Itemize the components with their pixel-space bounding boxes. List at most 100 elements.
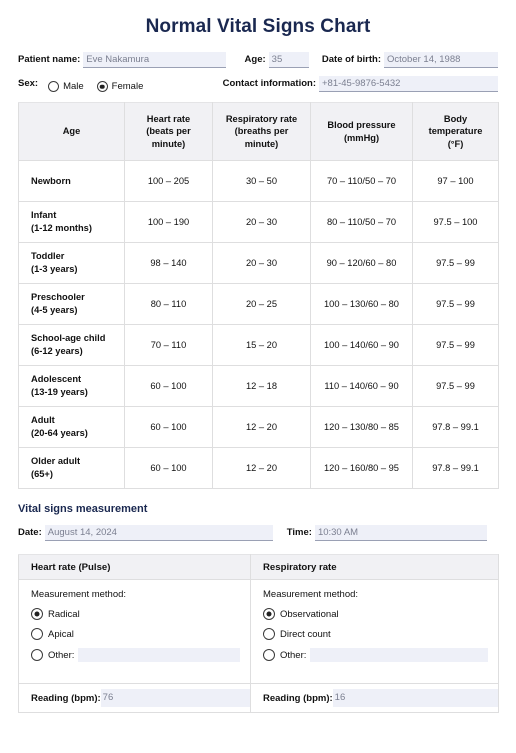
measurement-panels-table: Heart rate (Pulse) Respiratory rate Meas… [18,554,499,713]
panel-header-heart-rate: Heart rate (Pulse) [18,554,251,580]
cell-heart-rate: 60 – 100 [124,406,213,448]
radio-selected-icon[interactable] [263,608,275,620]
heart-rate-option-radical[interactable]: Radical [31,608,240,620]
respiratory-rate-option-other[interactable]: Other: [263,648,488,662]
patient-row-2: Sex: Male Female Contact information: +8… [18,74,498,92]
column-header-respiratory-rate: Respiratory rate (breaths per minute) [212,102,311,161]
cell-temperature: 97.8 – 99.1 [412,406,499,448]
measurement-table-body: Measurement method: Radical Apical Other… [18,579,499,713]
patient-row-1: Patient name: Eve Nakamura Age: 35 Date … [18,50,498,68]
age-group-range: (13-19 years) [31,387,88,397]
radio-selected-icon[interactable] [96,81,108,92]
respiratory-rate-option-other-label: Other: [280,649,307,661]
column-header-body-temperature: Body temperature (°F) [412,102,499,161]
patient-name-label: Patient name: [18,54,81,65]
heart-rate-reading-input[interactable]: 76 [100,689,250,707]
age-group-name: Preschooler [31,292,85,303]
cell-age-group: Toddler (1-3 years) [18,242,125,284]
heart-rate-option-other[interactable]: Other: [31,648,240,662]
measurement-header-row: Heart rate (Pulse) Respiratory rate [18,554,499,580]
column-header-heart-rate: Heart rate (beats per minute) [124,102,213,161]
cell-blood-pressure: 100 – 140/60 – 90 [310,324,413,366]
heart-rate-option-other-label: Other: [48,649,75,661]
heart-rate-option-radical-label: Radical [48,608,80,620]
age-group-name: Adult [31,415,55,426]
table-row: Newborn 100 – 205 30 – 50 70 – 110/50 – … [18,160,499,202]
table-row: Older adult (65+) 60 – 100 12 – 20 120 –… [18,447,499,489]
header-line: (breaths per [234,126,289,137]
cell-temperature: 97.5 – 99 [412,242,499,284]
cell-age-group: School-age child (6-12 years) [18,324,125,366]
cell-age-group: Newborn [18,160,125,202]
age-group-range: (6-12 years) [31,346,83,356]
sex-radio-group: Male Female [48,81,156,92]
heart-rate-method-cell: Measurement method: Radical Apical Other… [18,579,251,684]
cell-heart-rate: 100 – 205 [124,160,213,202]
respiratory-rate-reading-label: Reading (bpm): [263,692,333,704]
cell-age-group: Adolescent (13-19 years) [18,365,125,407]
radio-icon[interactable] [31,649,43,661]
patient-name-input[interactable]: Eve Nakamura [83,52,227,68]
cell-heart-rate: 70 – 110 [124,324,213,366]
cell-heart-rate: 80 – 110 [124,283,213,325]
age-group-range: (4-5 years) [31,305,78,315]
measurement-reading-row: Reading (bpm): 76 Reading (bpm): 16 [18,683,499,713]
radio-icon[interactable] [31,628,43,640]
table-head: Age Heart rate (beats per minute) Respir… [18,102,499,161]
heart-rate-other-input[interactable] [78,648,240,662]
table-row: Toddler (1-3 years) 98 – 140 20 – 30 90 … [18,242,499,284]
sex-option-female-label: Female [111,81,144,92]
respiratory-rate-option-observational[interactable]: Observational [263,608,488,620]
time-input[interactable]: 10:30 AM [314,525,487,541]
measurement-method-row: Measurement method: Radical Apical Other… [18,579,499,684]
header-line: Body [443,113,468,124]
cell-temperature: 97.5 – 100 [412,201,499,243]
table-row: School-age child (6-12 years) 70 – 110 1… [18,324,499,366]
radio-icon[interactable] [48,81,60,92]
cell-respiratory-rate: 12 – 20 [212,447,311,489]
age-group-name: School-age child [31,333,106,344]
sex-label: Sex: [18,78,39,89]
radio-icon[interactable] [263,649,275,661]
table-row: Infant (1-12 months) 100 – 190 20 – 30 8… [18,201,499,243]
sex-option-male[interactable]: Male [48,81,84,92]
time-label: Time: [286,527,312,538]
date-input[interactable]: August 14, 2024 [44,525,273,541]
table-body: Newborn 100 – 205 30 – 50 70 – 110/50 – … [18,160,499,489]
sex-option-female[interactable]: Female [96,81,144,92]
respiratory-rate-option-direct-count-label: Direct count [280,628,331,640]
vital-signs-form-page: Normal Vital Signs Chart Patient name: E… [0,15,516,753]
dob-input[interactable]: October 14, 1988 [384,52,498,68]
date-label: Date: [18,527,42,538]
cell-heart-rate: 60 – 100 [124,447,213,489]
cell-heart-rate: 98 – 140 [124,242,213,284]
cell-blood-pressure: 110 – 140/60 – 90 [310,365,413,407]
cell-respiratory-rate: 20 – 30 [212,242,311,284]
cell-heart-rate: 100 – 190 [124,201,213,243]
respiratory-rate-reading-cell: Reading (bpm): 16 [250,683,499,713]
radio-icon[interactable] [263,628,275,640]
cell-age-group: Older adult (65+) [18,447,125,489]
heart-rate-option-apical[interactable]: Apical [31,628,240,640]
heart-rate-reading-wrap: Reading (bpm): 76 [19,684,250,712]
contact-input[interactable]: +81-45-9876-5432 [319,76,498,92]
cell-blood-pressure: 70 – 110/50 – 70 [310,160,413,202]
header-line: Blood pressure [327,119,396,130]
age-label: Age: [244,54,266,65]
age-input[interactable]: 35 [268,52,310,68]
respiratory-rate-method-cell: Measurement method: Observational Direct… [250,579,499,684]
measurement-datetime-row: Date: August 14, 2024 Time: 10:30 AM [18,523,498,541]
table-header-row: Age Heart rate (beats per minute) Respir… [18,102,499,161]
respiratory-rate-method-label: Measurement method: [263,589,359,600]
cell-temperature: 97 – 100 [412,160,499,202]
respiratory-rate-other-input[interactable] [310,648,488,662]
dob-label: Date of birth: [321,54,381,65]
measurement-table-head: Heart rate (Pulse) Respiratory rate [18,554,499,580]
respiratory-rate-reading-input[interactable]: 16 [332,689,498,707]
respiratory-rate-option-direct-count[interactable]: Direct count [263,628,488,640]
heart-rate-option-apical-label: Apical [48,628,74,640]
respiratory-rate-reading-wrap: Reading (bpm): 16 [251,684,498,712]
cell-age-group: Preschooler (4-5 years) [18,283,125,325]
radio-selected-icon[interactable] [31,608,43,620]
cell-blood-pressure: 120 – 130/80 – 85 [310,406,413,448]
